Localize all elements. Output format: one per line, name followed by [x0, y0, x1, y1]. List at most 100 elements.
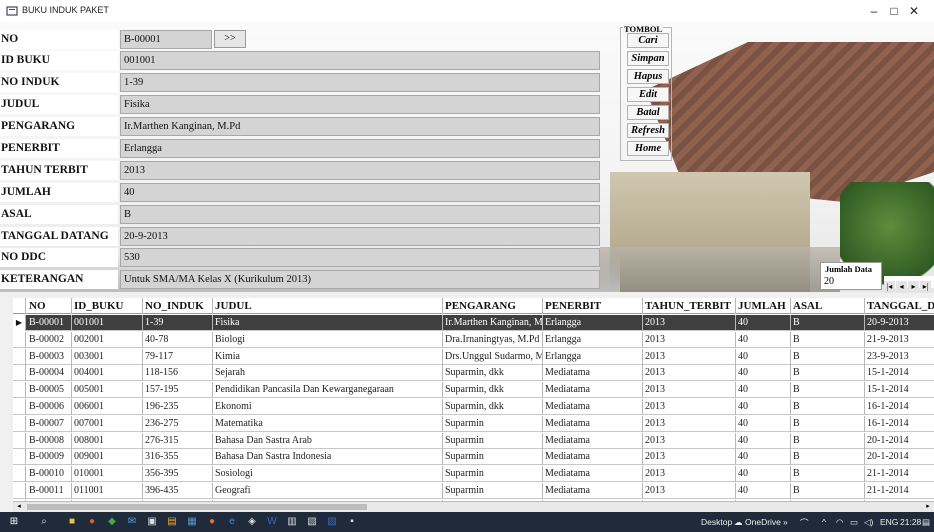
cell-jumlah[interactable]: 40 [736, 449, 791, 466]
next-record-button[interactable]: >> [214, 30, 246, 48]
cell-tahun-terbit[interactable]: 2013 [643, 483, 736, 499]
cell-tahun-terbit[interactable]: 2013 [643, 466, 736, 483]
cell-jumlah[interactable]: 40 [736, 415, 791, 432]
col-header-tahun-terbit[interactable]: TAHUN_TERBIT [643, 298, 736, 314]
cell-judul[interactable]: Biologi [213, 331, 443, 348]
table-row[interactable]: B-00007 007001 236-275 Matematika Suparmin Me… [13, 415, 934, 432]
cell-pengarang[interactable]: Suparmin [443, 483, 543, 499]
cell-pengarang[interactable]: Suparmin [443, 415, 543, 432]
table-row[interactable]: B-00010 010001 356-395 Sosiologi Suparmin Med… [13, 466, 934, 483]
cell-judul[interactable]: Fisika [213, 315, 443, 331]
cell-pengarang[interactable]: Suparmin [443, 449, 543, 466]
hapus-button[interactable]: Hapus [627, 69, 669, 84]
scroll-left-icon[interactable]: ◂ [13, 502, 25, 512]
current-row-indicator-icon[interactable]: ▶ [13, 315, 26, 331]
cell-no[interactable]: B-00003 [27, 348, 72, 365]
cell-no[interactable]: B-00004 [27, 365, 72, 382]
cell-id-buku[interactable]: 002001 [72, 331, 143, 348]
table-row[interactable]: ▶ B-00001 001001 1-39 Fisika Ir.Marthen Kangi… [13, 315, 934, 331]
running-app-icon[interactable]: ▪ [346, 516, 358, 528]
cell-tahun-terbit[interactable]: 2013 [643, 382, 736, 399]
no-field[interactable]: B-00001 [120, 30, 212, 49]
cell-id-buku[interactable]: 004001 [72, 365, 143, 382]
cell-judul[interactable]: Ekonomi [213, 399, 443, 415]
cell-tanggal[interactable]: 20-1-2014 [865, 433, 934, 449]
tanggal-datang-field[interactable]: 20-9-2013 [120, 227, 600, 246]
row-indicator[interactable] [13, 399, 26, 415]
cell-id-buku[interactable]: 001001 [72, 315, 143, 331]
table-row[interactable]: B-00002 002001 40-78 Biologi Dra.Irnaningtya… [13, 331, 934, 348]
row-indicator[interactable] [13, 483, 26, 499]
cell-penerbit[interactable]: Erlangga [543, 315, 643, 331]
cell-asal[interactable]: B [791, 432, 865, 449]
cell-jumlah[interactable]: 40 [736, 331, 791, 348]
cell-asal[interactable]: B [791, 365, 865, 382]
edge-icon[interactable]: e [226, 516, 238, 528]
browser-icon[interactable]: ● [86, 516, 98, 528]
horizontal-scrollbar[interactable]: ◂ ▸ [13, 501, 934, 512]
no-ddc-field[interactable]: 530 [120, 248, 600, 267]
table-row[interactable]: B-00006 006001 196-235 Ekonomi Suparmin, dkk… [13, 399, 934, 415]
cell-penerbit[interactable]: Mediatama [543, 415, 643, 432]
cell-penerbit[interactable]: Mediatama [543, 483, 643, 499]
cell-penerbit[interactable]: Mediatama [543, 466, 643, 483]
cell-tanggal[interactable]: 23-9-2013 [865, 349, 934, 365]
cell-asal[interactable]: B [791, 315, 865, 331]
row-indicator[interactable] [13, 415, 26, 432]
search-icon[interactable]: ⌕ [38, 516, 50, 528]
cell-asal[interactable]: B [791, 415, 865, 432]
cell-tahun-terbit[interactable]: 2013 [643, 315, 736, 331]
cell-id-buku[interactable]: 011001 [72, 483, 143, 499]
cell-no-induk[interactable]: 118-156 [143, 365, 213, 382]
close-button[interactable]: ✕ [894, 0, 934, 22]
clock[interactable]: 21:28 [900, 517, 921, 527]
cell-tanggal[interactable]: 21-9-2013 [865, 332, 934, 348]
batal-button[interactable]: Batal [627, 105, 669, 120]
cell-id-buku[interactable]: 008001 [72, 432, 143, 449]
cell-judul[interactable]: Bahasa Dan Sastra Arab [213, 432, 443, 449]
onedrive-icon[interactable]: ☁ [734, 517, 743, 528]
cell-jumlah[interactable]: 40 [736, 382, 791, 399]
cell-asal[interactable]: B [791, 331, 865, 348]
cell-id-buku[interactable]: 009001 [72, 449, 143, 466]
cell-tanggal[interactable]: 21-1-2014 [865, 466, 934, 482]
onedrive-label[interactable]: OneDrive [745, 517, 781, 527]
file-explorer-icon[interactable]: ■ [66, 516, 78, 528]
cell-asal[interactable]: B [791, 348, 865, 365]
cell-no-induk[interactable]: 40-78 [143, 331, 213, 348]
cell-no-induk[interactable]: 396-435 [143, 483, 213, 499]
app-icon-7[interactable]: ▥ [286, 516, 298, 528]
cell-judul[interactable]: Bahasa Dan Sastra Indonesia [213, 449, 443, 466]
table-row[interactable]: B-00003 003001 79-117 Kimia Drs.Unggul Sudar… [13, 348, 934, 365]
app-icon-4[interactable]: ▤ [166, 516, 178, 528]
row-indicator[interactable] [13, 466, 26, 483]
cell-id-buku[interactable]: 005001 [72, 382, 143, 399]
simpan-button[interactable]: Simpan [627, 51, 669, 66]
windows-start-icon[interactable]: ⊞ [8, 516, 20, 528]
cell-pengarang[interactable]: Suparmin, dkk [443, 365, 543, 382]
mail-icon[interactable]: ✉ [126, 516, 138, 528]
id-buku-field[interactable]: 001001 [120, 51, 600, 70]
next-record-icon[interactable]: ▸ [908, 281, 919, 293]
jumlah-field[interactable]: 40 [120, 183, 600, 202]
row-indicator[interactable] [13, 365, 26, 382]
cell-no[interactable]: B-00006 [27, 399, 72, 415]
edit-button[interactable]: Edit [627, 87, 669, 102]
table-row[interactable]: B-00005 005001 157-195 Pendidikan Pancasila… [13, 382, 934, 399]
cell-no-induk[interactable]: 236-275 [143, 415, 213, 432]
cell-judul[interactable]: Geografi [213, 483, 443, 499]
cell-no-induk[interactable]: 196-235 [143, 399, 213, 415]
cell-judul[interactable]: Pendidikan Pancasila Dan Kewarganegaraan [213, 382, 443, 399]
cell-pengarang[interactable]: Drs.Unggul Sudarmo, M [443, 348, 543, 365]
col-header-judul[interactable]: JUDUL [213, 298, 443, 314]
col-header-tanggal[interactable]: TANGGAL_D [865, 298, 934, 314]
col-header-pengarang[interactable]: PENGARANG [443, 298, 543, 314]
cell-tahun-terbit[interactable]: 2013 [643, 365, 736, 382]
cell-pengarang[interactable]: Dra.Irnaningtyas, M.Pd [443, 331, 543, 348]
network-icon[interactable]: ⌒ [800, 517, 809, 529]
tahun-terbit-field[interactable]: 2013 [120, 161, 600, 180]
row-indicator[interactable] [13, 382, 26, 399]
cell-tahun-terbit[interactable]: 2013 [643, 415, 736, 432]
cell-tanggal[interactable]: 15-1-2014 [865, 382, 934, 398]
cell-asal[interactable]: B [791, 382, 865, 399]
